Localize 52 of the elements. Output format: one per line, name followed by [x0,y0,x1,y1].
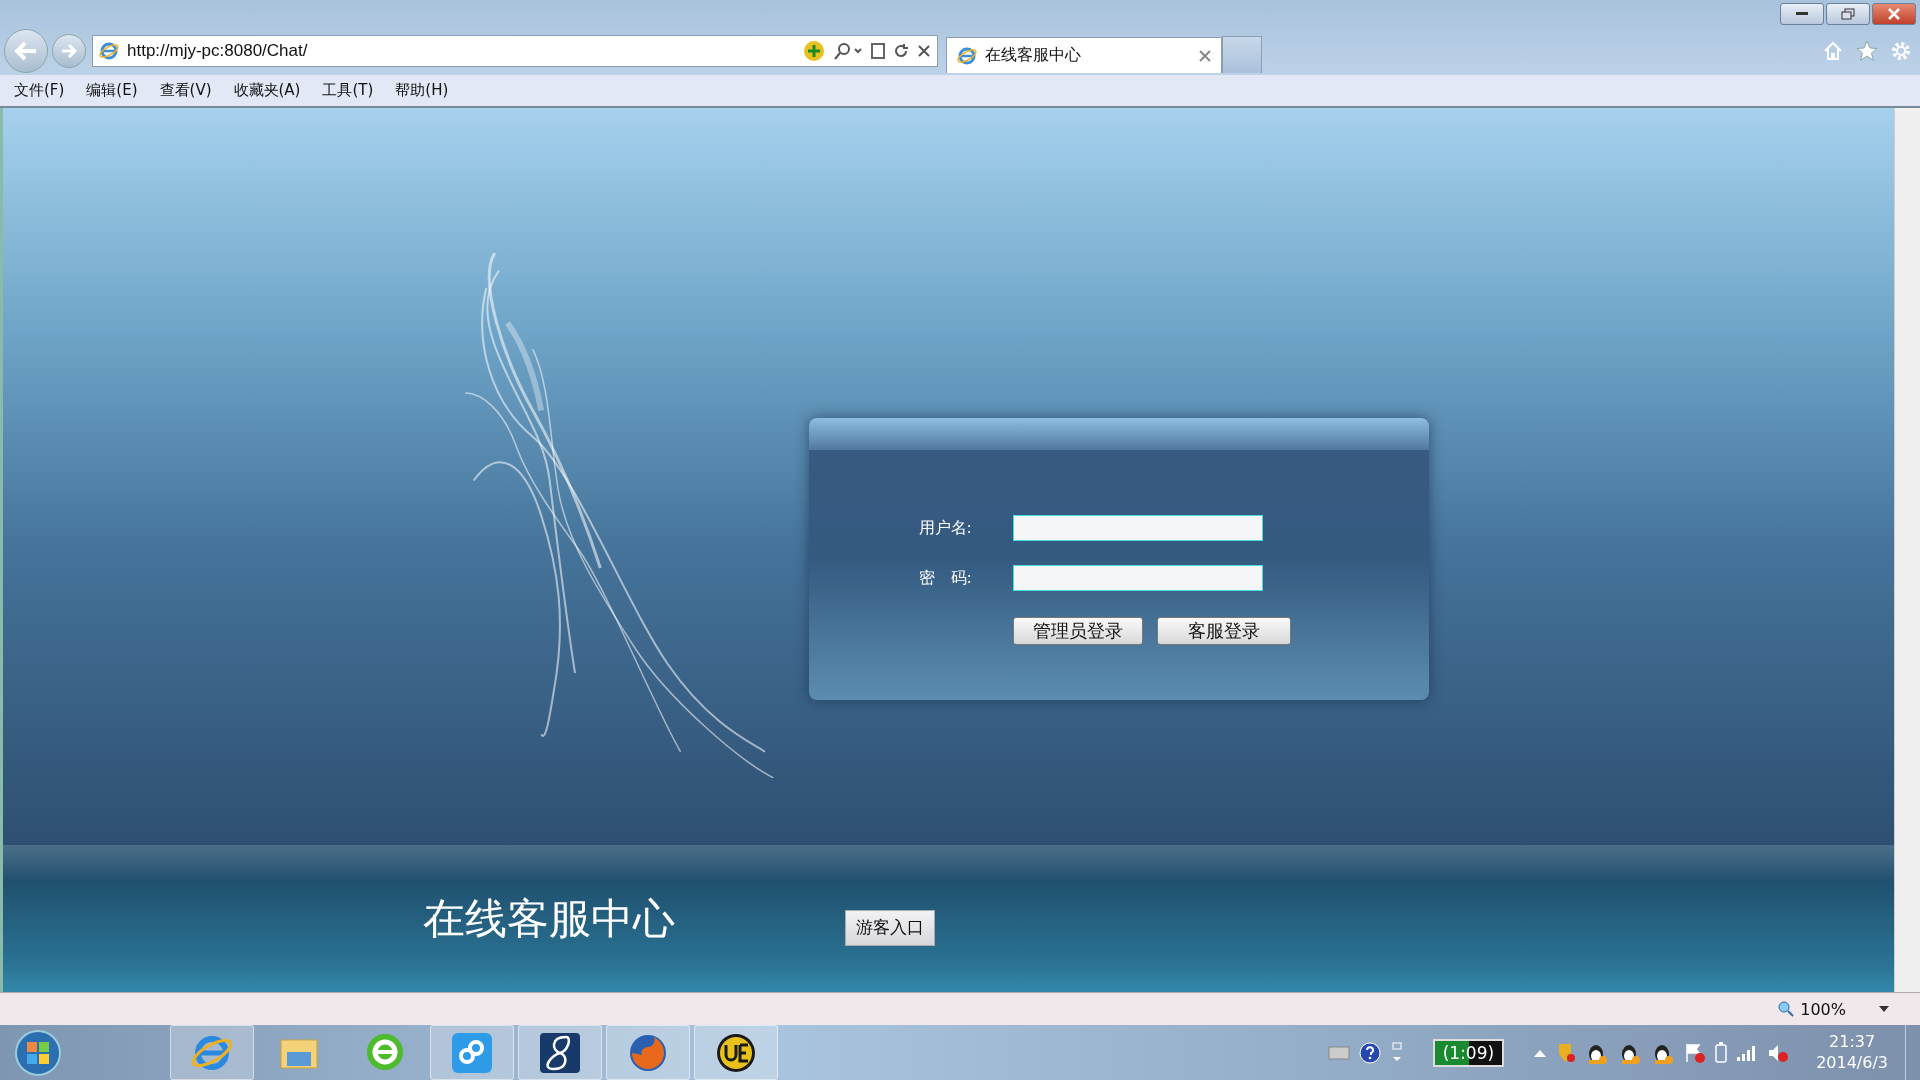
shield-icon[interactable] [1556,1041,1577,1064]
battery-icon[interactable] [1715,1041,1728,1064]
zoom-level[interactable]: 100% [1800,999,1846,1019]
url-text: http://mjy-pc:8080/Chat/ [127,41,309,61]
close-button[interactable] [1872,3,1916,25]
input-field[interactable] [1012,565,1263,591]
close-icon [1888,8,1900,20]
app-icon [538,1030,582,1075]
browser-tab[interactable]: 在线客服中心 [946,37,1222,73]
forward-button[interactable] [52,34,86,68]
app-icon [450,1030,494,1075]
menu-item[interactable]: 帮助(H) [395,81,449,100]
input-field[interactable] [1012,515,1263,541]
field-label: 密 码: [918,567,973,589]
battery-time: (1:09) [1442,1042,1495,1063]
taskbar-app[interactable] [518,1025,602,1080]
site-title: 在线客服中心 [423,892,675,945]
address-bar[interactable]: http://mjy-pc:8080/Chat/ [92,35,938,67]
login-button[interactable]: 客服登录 [1156,617,1291,645]
battery-meter[interactable]: (1:09) [1432,1038,1505,1067]
back-button[interactable] [4,29,48,73]
tab-title: 在线客服中心 [985,45,1082,66]
menu-item[interactable]: 收藏夹(A) [233,81,301,100]
start-button[interactable] [14,1028,62,1077]
stop-icon[interactable] [917,44,931,58]
menu-item[interactable]: 查看(V) [159,81,212,100]
zoom-icon[interactable] [1778,1001,1795,1017]
menu-item[interactable]: 文件(F) [14,81,65,100]
caret-icon[interactable] [1878,1005,1890,1013]
new-tab-button[interactable] [1222,36,1262,73]
star-icon[interactable] [1856,40,1878,62]
ie-icon [957,45,977,66]
menu-item[interactable]: 工具(T) [322,81,374,100]
guest-button[interactable]: 游客入口 [845,909,935,946]
minimize-icon [1796,12,1808,16]
search-icon[interactable] [833,41,863,61]
login-button[interactable]: 管理员登录 [1012,617,1143,645]
taskbar-app[interactable] [694,1025,778,1080]
field-label: 用户名: [918,517,973,539]
close-icon[interactable] [1199,49,1211,62]
menu-item[interactable]: 编辑(E) [86,81,138,100]
plus-icon[interactable] [803,40,825,62]
help-icon[interactable] [1358,1041,1381,1064]
flag-icon[interactable] [1684,1041,1707,1064]
keyboard-icon[interactable] [1327,1045,1350,1060]
back-arrow-icon [14,41,38,61]
forward-arrow-icon [61,44,77,58]
minimize-button[interactable] [1780,3,1824,25]
restore-icon [1841,8,1855,20]
refresh-icon[interactable] [893,43,909,59]
scrollbar[interactable] [1894,108,1920,992]
ie-icon [99,41,119,61]
